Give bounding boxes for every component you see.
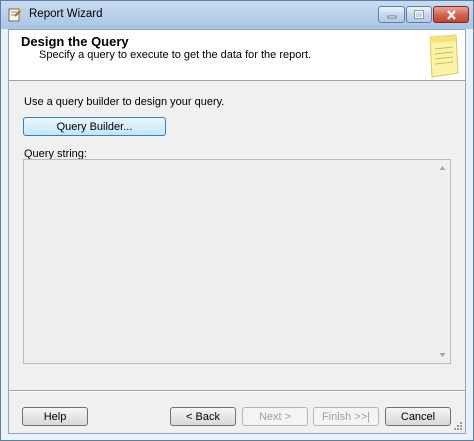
query-builder-button[interactable]: Query Builder...: [23, 117, 166, 136]
close-icon: [446, 9, 456, 20]
document-icon: [422, 33, 462, 79]
wizard-header: Design the Query Specify a query to exec…: [9, 30, 465, 81]
next-button[interactable]: Next >: [242, 407, 308, 426]
maximize-button[interactable]: [406, 6, 432, 23]
minimize-icon: [387, 15, 396, 18]
help-button[interactable]: Help: [22, 407, 88, 426]
finish-button[interactable]: Finish >>|: [313, 407, 379, 426]
back-button[interactable]: < Back: [170, 407, 236, 426]
query-string-textarea[interactable]: [23, 159, 451, 364]
maximize-icon: [414, 10, 424, 19]
report-wizard-window: Report Wizard Design the Query Specify a…: [0, 0, 474, 441]
footer-divider: [9, 390, 465, 392]
title-bar[interactable]: Report Wizard: [1, 1, 473, 29]
close-button[interactable]: [433, 6, 469, 23]
window-title: Report Wizard: [29, 8, 103, 20]
wizard-page: Design the Query Specify a query to exec…: [8, 29, 466, 434]
page-title: Design the Query: [21, 34, 129, 49]
scroll-down-icon[interactable]: [439, 351, 446, 359]
scroll-up-icon[interactable]: [439, 164, 446, 172]
resize-grip-icon[interactable]: [453, 421, 463, 431]
page-subtitle: Specify a query to execute to get the da…: [39, 49, 312, 61]
instruction-text: Use a query builder to design your query…: [24, 96, 225, 108]
vertical-scrollbar[interactable]: [435, 160, 450, 363]
cancel-button[interactable]: Cancel: [385, 407, 451, 426]
report-wizard-icon: [8, 8, 22, 22]
minimize-button[interactable]: [378, 6, 405, 23]
